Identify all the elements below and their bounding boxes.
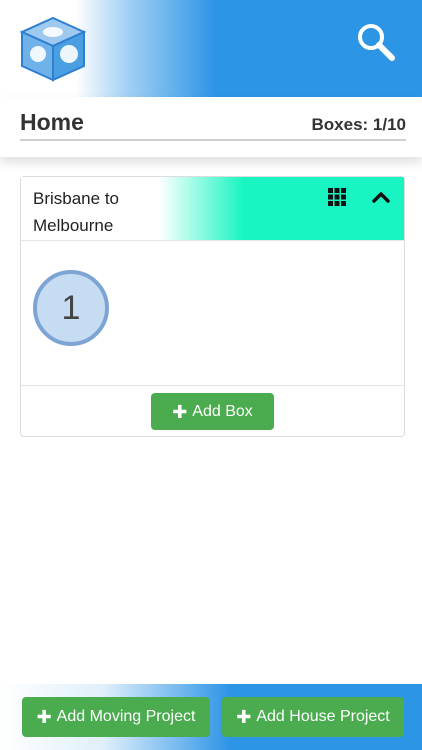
page-title: Home [20,109,84,135]
project-card-footer: ✚ Add Box [21,385,404,437]
add-moving-project-button[interactable]: ✚ Add Moving Project [22,697,210,737]
app-header [0,0,422,97]
chevron-up-icon [372,192,390,203]
add-house-project-label: Add House Project [256,708,390,725]
project-card-header[interactable]: Brisbane to Melbourne [21,177,404,241]
plus-icon: ✚ [172,401,188,422]
search-icon [358,24,395,61]
plus-icon: ✚ [236,707,252,727]
add-box-label: Add Box [192,402,253,420]
project-card: Brisbane to Melbourne 1 ✚ Add Box [20,176,405,437]
grid-icon [328,188,346,206]
collapse-button[interactable] [371,189,391,205]
cube-logo-icon [18,14,88,84]
footer-bar: ✚ Add Moving Project ✚ Add House Project [0,684,422,750]
subheader: Home Boxes: 1/10 [0,97,422,157]
add-box-button[interactable]: ✚ Add Box [151,393,274,430]
plus-icon: ✚ [36,707,52,727]
search-button[interactable] [356,22,396,62]
project-title: Brisbane to Melbourne [33,189,119,235]
box-item[interactable]: 1 [33,270,109,346]
add-moving-project-label: Add Moving Project [56,708,196,725]
box-count: Boxes: 1/10 [311,115,407,134]
add-house-project-button[interactable]: ✚ Add House Project [222,697,404,737]
grid-view-button[interactable] [327,187,347,207]
project-card-body: 1 [21,241,404,385]
subheader-row: Home Boxes: 1/10 [20,109,406,141]
